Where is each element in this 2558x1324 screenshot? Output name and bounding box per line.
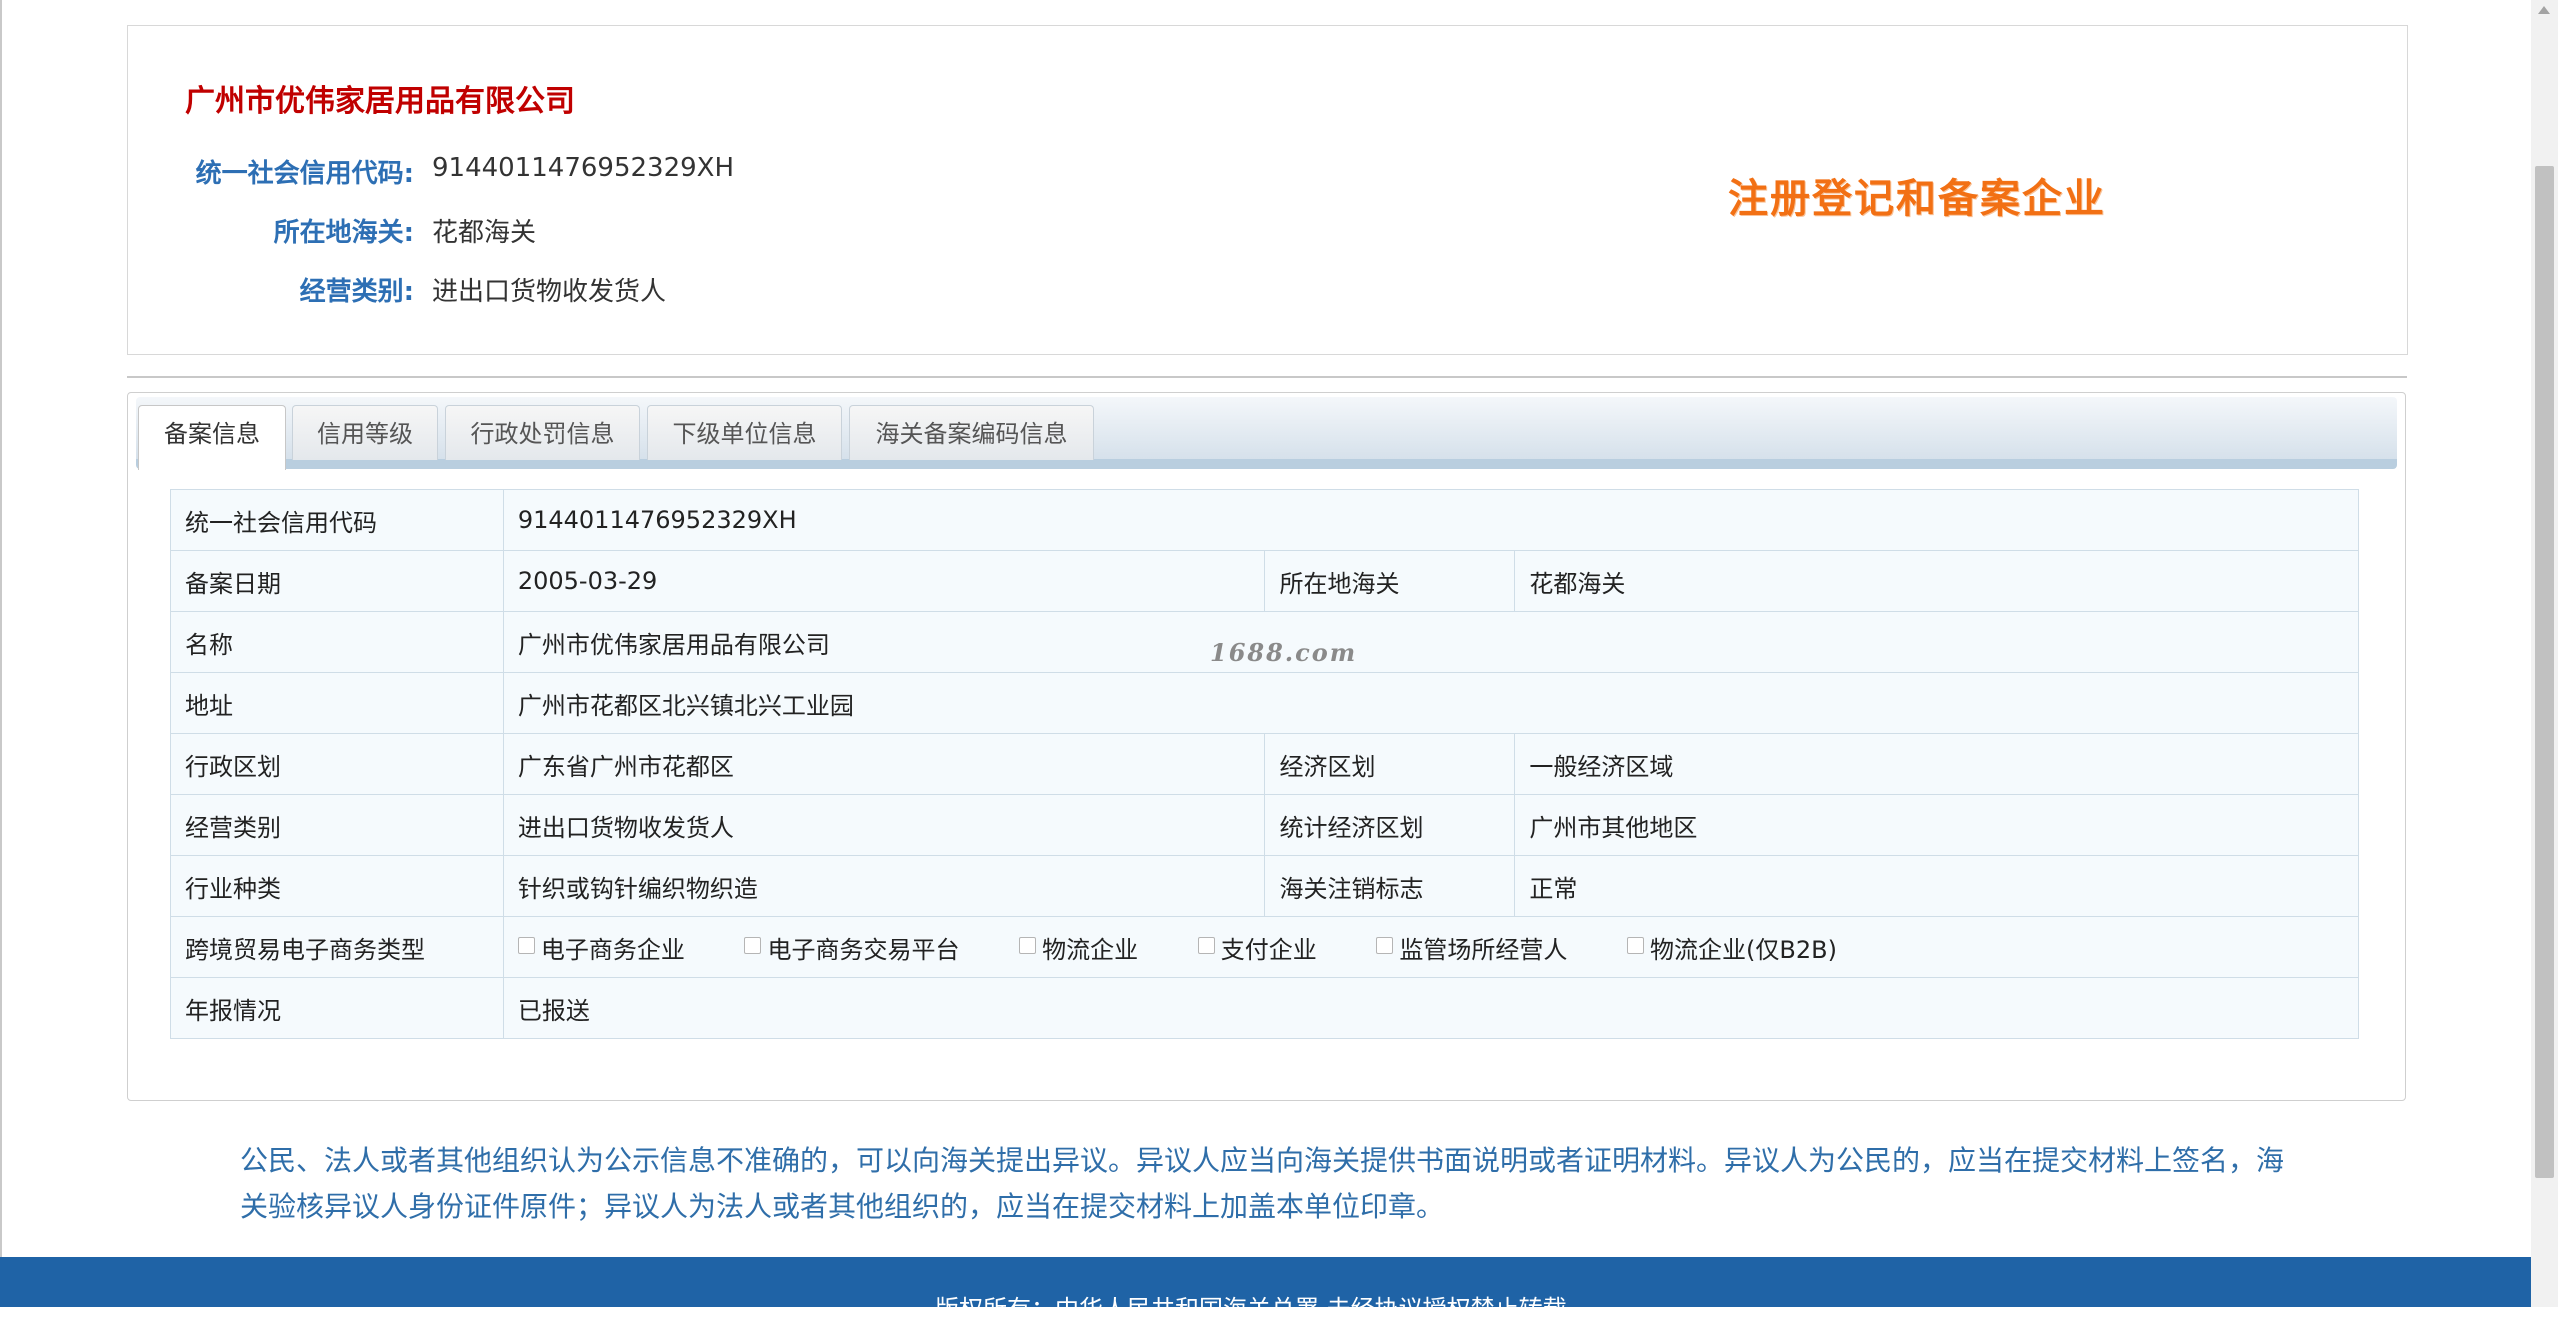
label-industry: 行业种类	[170, 855, 504, 917]
summary-value: 进出口货物收发货人	[432, 277, 667, 307]
table-row: 行业种类 针织或钩针编织物织造 海关注销标志 正常	[170, 855, 2359, 917]
table-row: 统一社会信用代码 9144011476952329XH	[170, 489, 2360, 551]
checkbox-label: 电子商务交易平台	[767, 935, 960, 964]
value-customs: 花都海关	[1514, 550, 2359, 612]
label-econ-region: 经济区划	[1264, 733, 1516, 795]
checkbox-label: 监管场所经营人	[1399, 935, 1568, 964]
checkbox-label: 物流企业	[1042, 935, 1139, 964]
value-address: 广州市花都区北兴镇北兴工业园	[502, 672, 2360, 734]
detail-table: 统一社会信用代码 9144011476952329XH 备案日期 2005-03…	[170, 489, 2360, 1039]
value-stat-region: 广州市其他地区	[1514, 794, 2359, 856]
value-admin-region: 广东省广州市花都区	[502, 733, 1266, 795]
checkbox-ecommerce-enterprise[interactable]: 电子商务企业	[517, 930, 685, 965]
checkbox-label: 物流企业(仅B2B)	[1650, 935, 1837, 964]
summary-label: 统一社会信用代码:	[195, 159, 414, 189]
label-business-type: 经营类别	[170, 794, 504, 856]
objection-notice: 公民、法人或者其他组织认为公示信息不准确的，可以向海关提出异议。异议人应当向海关…	[240, 1144, 2285, 1223]
checkbox-site-operator[interactable]: 监管场所经营人	[1376, 930, 1567, 965]
checkbox-label: 电子商务企业	[540, 935, 685, 964]
label-ecommerce-type: 跨境贸易电子商务类型	[170, 916, 504, 978]
table-row: 跨境贸易电子商务类型 电子商务企业 电子商务交易平台 物流企业 支付企业 监管场…	[170, 916, 2360, 978]
tab-credit-rating[interactable]: 信用等级	[292, 405, 438, 460]
label-customs: 所在地海关	[1264, 550, 1516, 612]
summary-label: 经营类别:	[299, 277, 414, 307]
summary-label: 所在地海关:	[273, 218, 414, 248]
scrollbar-thumb[interactable]	[2535, 166, 2554, 1178]
checkbox-label: 支付企业	[1220, 935, 1317, 964]
summary-row-credit-code: 统一社会信用代码: 9144011476952329XH	[128, 153, 928, 193]
value-econ-region: 一般经济区域	[1514, 733, 2359, 795]
scroll-up-icon[interactable]	[2538, 6, 2550, 14]
watermark-logo: 1688.com	[1210, 638, 1358, 667]
value-credit-code: 9144011476952329XH	[502, 489, 2360, 551]
registration-stamp: 注册登记和备案企业	[1728, 176, 2106, 222]
ecommerce-options: 电子商务企业 电子商务交易平台 物流企业 支付企业 监管场所经营人 物流企业(仅…	[502, 916, 2360, 978]
checkbox-logistics[interactable]: 物流企业	[1019, 930, 1138, 965]
vertical-scrollbar[interactable]	[2531, 0, 2558, 1307]
checkbox-box[interactable]	[1197, 936, 1215, 954]
tab-penalty-info[interactable]: 行政处罚信息	[445, 405, 640, 460]
value-record-date: 2005-03-29	[502, 550, 1266, 612]
label-stat-region: 统计经济区划	[1264, 794, 1516, 856]
tab-customs-code-info[interactable]: 海关备案编码信息	[849, 405, 1094, 460]
checkbox-box[interactable]	[1627, 936, 1645, 954]
divider	[127, 376, 2407, 378]
label-admin-region: 行政区划	[170, 733, 504, 795]
checkbox-box[interactable]	[1376, 936, 1394, 954]
value-cancel-flag: 正常	[1514, 855, 2359, 917]
table-row: 经营类别 进出口货物收发货人 统计经济区划 广州市其他地区	[170, 794, 2359, 856]
summary-row-customs: 所在地海关: 花都海关	[128, 212, 928, 252]
label-annual-report: 年报情况	[170, 977, 504, 1039]
label-address: 地址	[170, 672, 504, 734]
label-name: 名称	[170, 611, 504, 673]
tab-record-info[interactable]: 备案信息	[138, 405, 286, 470]
checkbox-box[interactable]	[1019, 936, 1037, 954]
tab-subordinate-units[interactable]: 下级单位信息	[647, 405, 842, 460]
table-row: 行政区划 广东省广州市花都区 经济区划 一般经济区域	[170, 733, 2359, 795]
label-credit-code: 统一社会信用代码	[170, 489, 504, 551]
summary-row-business-type: 经营类别: 进出口货物收发货人	[128, 271, 928, 311]
company-summary-card: 广州市优伟家居用品有限公司 统一社会信用代码: 9144011476952329…	[127, 25, 2408, 355]
checkbox-logistics-b2b[interactable]: 物流企业(仅B2B)	[1627, 930, 1837, 965]
checkbox-ecommerce-platform[interactable]: 电子商务交易平台	[744, 930, 959, 965]
tab-bar: 备案信息 信用等级 行政处罚信息 下级单位信息 海关备案编码信息	[136, 397, 2397, 470]
company-name: 广州市优伟家居用品有限公司	[185, 84, 575, 119]
detail-panel: 备案信息 信用等级 行政处罚信息 下级单位信息 海关备案编码信息 统一社会信用代…	[127, 392, 2406, 1101]
label-record-date: 备案日期	[170, 550, 504, 612]
page-left-border	[0, 0, 2, 1307]
value-annual-report: 已报送	[502, 977, 2360, 1039]
checkbox-box[interactable]	[517, 936, 535, 954]
summary-value: 9144011476952329XH	[432, 153, 735, 183]
label-cancel-flag: 海关注销标志	[1264, 855, 1516, 917]
table-row: 备案日期 2005-03-29 所在地海关 花都海关	[170, 550, 2359, 612]
value-industry: 针织或钩针编织物织造	[502, 855, 1266, 917]
summary-value: 花都海关	[432, 218, 537, 248]
checkbox-box[interactable]	[744, 936, 762, 954]
footer: 版权所有：中华人民共和国海关总署 未经协议授权禁止转载	[0, 1257, 2531, 1323]
value-name: 广州市优伟家居用品有限公司	[502, 611, 2360, 673]
value-business-type: 进出口货物收发货人	[502, 794, 1266, 856]
table-row: 地址 广州市花都区北兴镇北兴工业园	[170, 672, 2360, 734]
table-row: 年报情况 已报送	[170, 977, 2360, 1039]
checkbox-payment[interactable]: 支付企业	[1197, 930, 1317, 965]
